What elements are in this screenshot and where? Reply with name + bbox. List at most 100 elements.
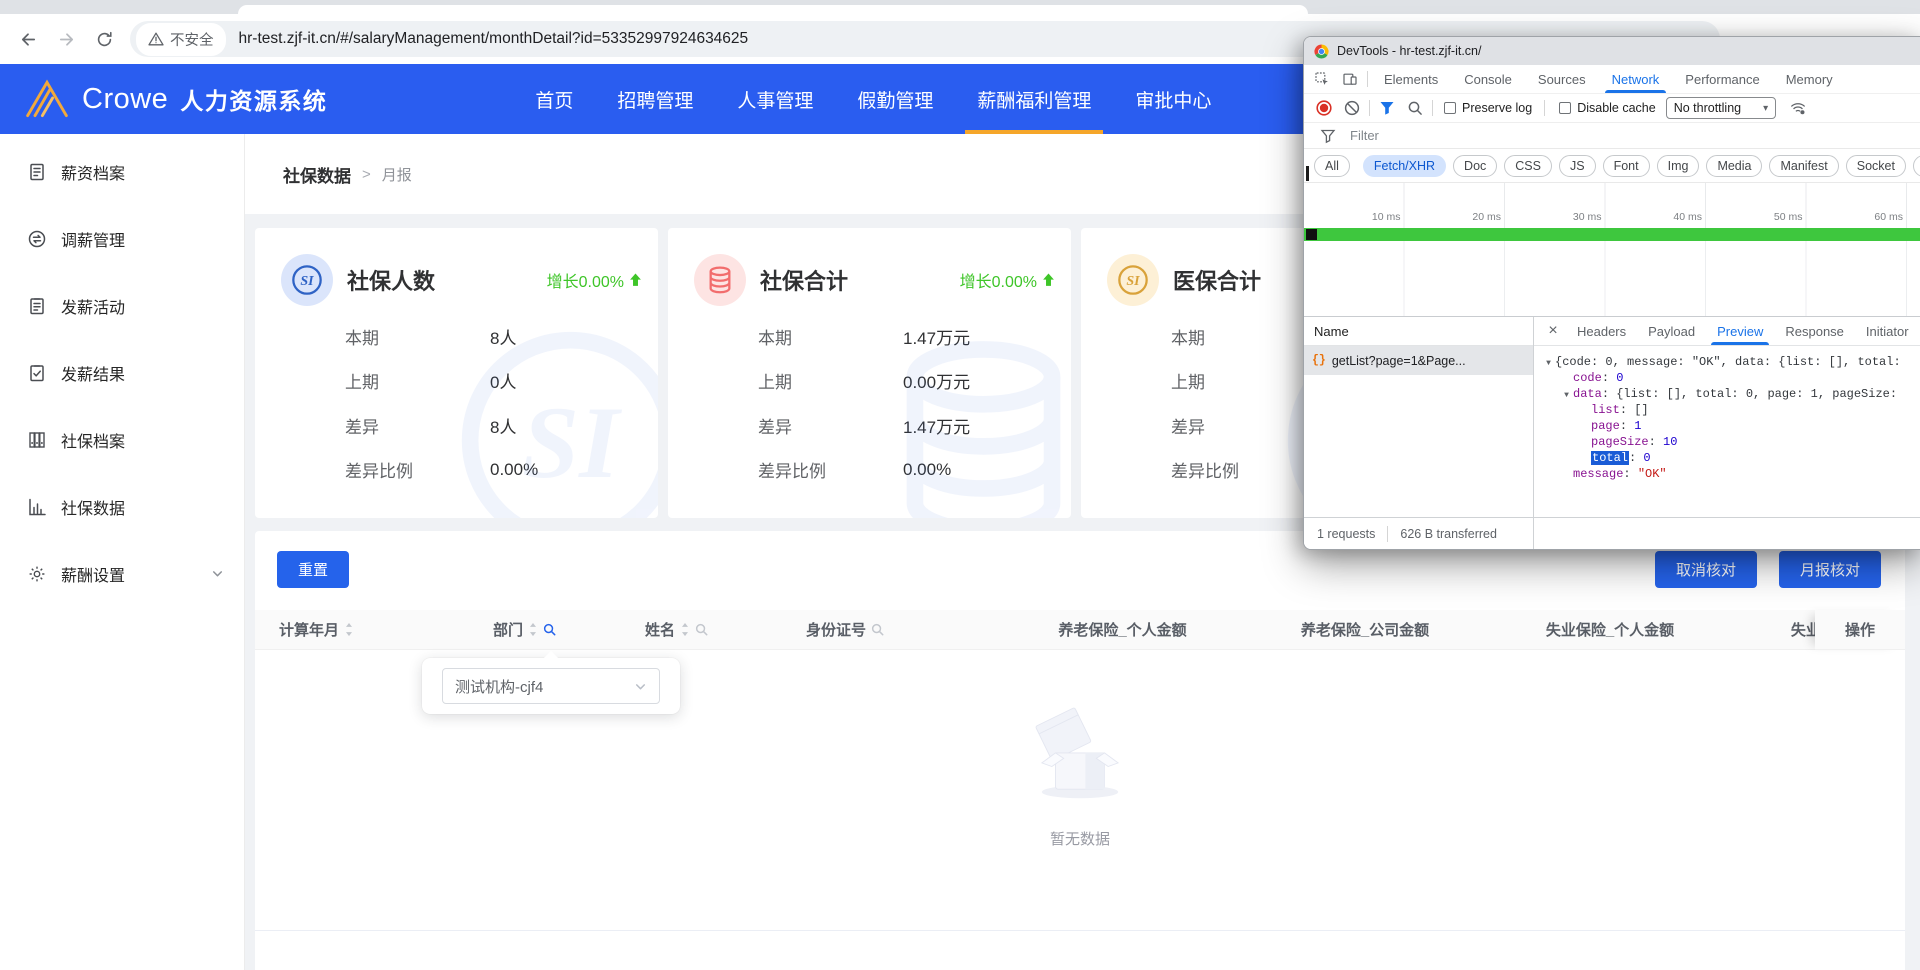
type-chip[interactable]: Fetch/XHR — [1363, 155, 1446, 177]
sidebar-item[interactable]: 社保档案 — [0, 406, 244, 473]
type-chip[interactable]: Wasm — [1913, 155, 1920, 177]
detail-tab[interactable]: Headers — [1566, 317, 1637, 345]
search-icon[interactable] — [1401, 95, 1429, 121]
sidebar-item[interactable]: 薪酬设置 — [0, 540, 244, 607]
devtools-tab[interactable]: Console — [1451, 65, 1525, 93]
inspect-icon[interactable] — [1308, 66, 1336, 92]
timeline-overview-bar[interactable] — [1304, 228, 1920, 241]
type-chip[interactable]: Manifest — [1769, 155, 1838, 177]
network-conditions-icon[interactable] — [1784, 95, 1812, 121]
detail-tab[interactable]: Preview — [1706, 317, 1774, 345]
caret-down-icon[interactable]: ▼ — [1560, 388, 1573, 404]
request-name: getList?page=1&Page... — [1332, 354, 1466, 368]
disable-cache-label[interactable]: Disable cache — [1577, 101, 1656, 115]
filter-toggle-icon[interactable] — [1373, 95, 1401, 121]
detail-tab[interactable]: Response — [1774, 317, 1855, 345]
json-line[interactable]: ▼list: [] — [1534, 402, 1920, 418]
sidebar-item-label: 发薪活动 — [61, 294, 125, 318]
active-tab[interactable] — [238, 5, 1308, 14]
table-column-header[interactable]: 失业保险_个人金额 — [1485, 619, 1735, 640]
month-check-button[interactable]: 月报核对 — [1779, 551, 1881, 588]
sidebar-item[interactable]: 发薪结果 — [0, 339, 244, 406]
card-row-value: 0.00% — [903, 460, 951, 480]
detail-tab[interactable]: Initiator — [1855, 317, 1920, 345]
sidebar-item[interactable]: 社保数据 — [0, 473, 244, 540]
preserve-log-checkbox[interactable] — [1444, 102, 1456, 114]
json-line[interactable]: ▼data: {list: [], total: 0, page: 1, pag… — [1534, 386, 1920, 402]
table-column-header[interactable]: 姓名 — [615, 619, 780, 640]
json-line[interactable]: ▼code: 0 — [1534, 370, 1920, 386]
devtools-tab[interactable]: Network — [1599, 65, 1673, 93]
nav-item[interactable]: 招聘管理 — [605, 64, 705, 134]
nav-item[interactable]: 假勤管理 — [845, 64, 945, 134]
request-row[interactable]: {} getList?page=1&Page... — [1304, 346, 1533, 375]
json-line[interactable]: ▼total: 0 — [1534, 450, 1920, 466]
devtools-tab[interactable]: Memory — [1773, 65, 1846, 93]
search-icon[interactable] — [871, 623, 884, 636]
table-column-header[interactable]: 身份证号 — [780, 619, 1000, 640]
devtools-titlebar[interactable]: DevTools - hr-test.zjf-it.cn/ — [1304, 37, 1920, 65]
network-toolbar: Preserve log Disable cache No throttling… — [1304, 94, 1920, 123]
reload-button[interactable] — [88, 23, 120, 55]
json-segment: : — [1602, 371, 1616, 385]
detail-tab[interactable]: Payload — [1637, 317, 1706, 345]
forward-button[interactable] — [50, 23, 82, 55]
type-chip[interactable]: Media — [1706, 155, 1762, 177]
security-chip[interactable]: 不安全 — [136, 23, 226, 56]
breadcrumb-section[interactable]: 社保数据 — [283, 162, 351, 187]
nav-item[interactable]: 首页 — [523, 64, 585, 134]
type-chip[interactable]: Doc — [1453, 155, 1497, 177]
cancel-check-button[interactable]: 取消核对 — [1655, 551, 1757, 588]
divider — [1369, 100, 1370, 116]
disable-cache-checkbox[interactable] — [1559, 102, 1571, 114]
caret-down-icon[interactable]: ▼ — [1542, 356, 1555, 372]
card-title: 社保合计 — [760, 264, 848, 296]
card-row-label: 上期 — [758, 368, 903, 393]
type-chip[interactable]: All — [1314, 155, 1350, 177]
throttling-select[interactable]: No throttling ▾ — [1666, 97, 1776, 119]
card-row-label: 差异比例 — [758, 457, 903, 482]
search-icon[interactable] — [543, 623, 556, 636]
json-line[interactable]: ▼page: 1 — [1534, 418, 1920, 434]
coins-icon — [694, 254, 746, 306]
devtools-statusbar: 1 requests 626 B transferred — [1304, 517, 1920, 549]
table-column-header[interactable]: 养老保险_公司金额 — [1245, 619, 1485, 640]
record-icon[interactable] — [1310, 95, 1338, 121]
type-chip[interactable]: Socket — [1846, 155, 1906, 177]
table-column-header[interactable]: 计算年月 — [255, 619, 455, 640]
department-select[interactable]: 测试机构-cjf4 — [442, 668, 660, 704]
back-button[interactable] — [12, 23, 44, 55]
filter-input[interactable]: Filter — [1350, 128, 1379, 143]
devtools-tab[interactable]: Elements — [1371, 65, 1451, 93]
type-chip[interactable]: JS — [1559, 155, 1596, 177]
sort-icon[interactable] — [680, 622, 690, 637]
sidebar-item[interactable]: 发薪活动 — [0, 272, 244, 339]
type-chip[interactable]: CSS — [1504, 155, 1552, 177]
close-icon[interactable]: × — [1540, 322, 1566, 340]
sort-icon[interactable] — [344, 622, 354, 637]
type-chip[interactable]: Img — [1657, 155, 1700, 177]
search-icon[interactable] — [695, 623, 708, 636]
clear-icon[interactable] — [1338, 95, 1366, 121]
sidebar-item[interactable]: 薪资档案 — [0, 138, 244, 205]
sort-icon[interactable] — [528, 622, 538, 637]
table-column-header[interactable]: 部门 — [455, 619, 615, 640]
name-column-header[interactable]: Name — [1304, 317, 1533, 346]
nav-item[interactable]: 薪酬福利管理 — [965, 64, 1103, 134]
json-line[interactable]: ▼message: "OK" — [1534, 466, 1920, 482]
sidebar-item[interactable]: 调薪管理 — [0, 205, 244, 272]
device-toolbar-icon[interactable] — [1336, 66, 1364, 92]
json-line[interactable]: ▼pageSize: 10 — [1534, 434, 1920, 450]
preserve-log-label[interactable]: Preserve log — [1462, 101, 1532, 115]
divider — [1387, 526, 1388, 542]
json-line[interactable]: ▼{code: 0, message: "OK", data: {list: [… — [1534, 354, 1920, 370]
card-row-value: 0.00% — [490, 460, 538, 480]
sidebar-item-label: 薪资档案 — [61, 160, 125, 184]
nav-item[interactable]: 人事管理 — [725, 64, 825, 134]
reset-button[interactable]: 重置 — [277, 551, 349, 588]
devtools-tab[interactable]: Sources — [1525, 65, 1599, 93]
nav-item[interactable]: 审批中心 — [1123, 64, 1223, 134]
devtools-tab[interactable]: Performance — [1672, 65, 1772, 93]
type-chip[interactable]: Font — [1603, 155, 1650, 177]
table-column-header[interactable]: 养老保险_个人金额 — [1000, 619, 1245, 640]
